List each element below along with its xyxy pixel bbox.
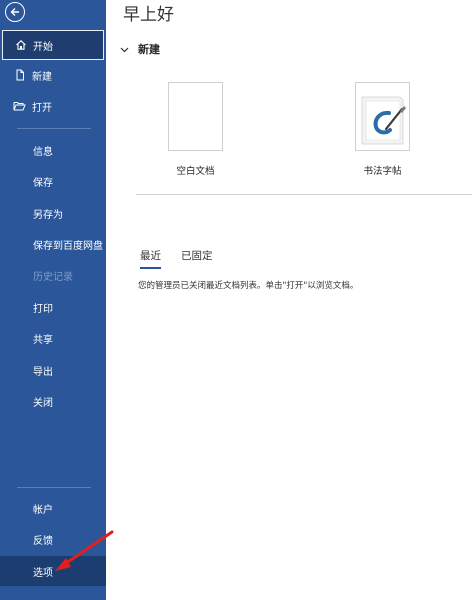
sidebar-divider — [17, 487, 91, 488]
nav-item-label: 保存到百度网盘 — [33, 240, 103, 252]
nav-item-new[interactable]: 新建 — [0, 60, 106, 90]
chevron-down-icon — [120, 43, 129, 56]
recent-disabled-notice: 您的管理员已关闭最近文档列表。单击"打开"以浏览文档。 — [138, 281, 359, 291]
nav-item-save[interactable]: 保存 — [0, 166, 106, 196]
template-label: 书法字帖 — [363, 166, 402, 177]
recent-tabs: 最近 已固定 — [140, 248, 213, 269]
nav-item-label: 帐户 — [33, 504, 53, 516]
back-arrow-icon — [10, 8, 19, 16]
tab-recent[interactable]: 最近 — [140, 248, 161, 269]
nav-item-options[interactable]: 选项 — [0, 556, 106, 586]
tab-pinned[interactable]: 已固定 — [181, 248, 213, 269]
page-title: 早上好 — [123, 5, 174, 25]
section-divider — [136, 194, 472, 195]
template-label: 空白文档 — [176, 166, 215, 177]
calligraphy-brush-icon — [361, 96, 406, 145]
nav-item-feedback[interactable]: 反馈 — [0, 524, 106, 554]
nav-item-share[interactable]: 共享 — [0, 323, 106, 353]
nav-item-label: 新建 — [32, 71, 52, 83]
nav-item-print[interactable]: 打印 — [0, 292, 106, 322]
backstage-main: 早上好 新建 空白文档 书法字帖 最近 已固定 您的管理员已关闭最近文档列表。单… — [106, 0, 472, 600]
nav-item-home[interactable]: 开始 — [2, 30, 104, 60]
nav-item-label: 选项 — [33, 567, 53, 579]
home-icon — [14, 39, 27, 52]
nav-item-label: 开始 — [33, 41, 53, 53]
nav-item-label: 关闭 — [33, 397, 53, 409]
back-button[interactable] — [5, 2, 25, 22]
nav-item-info[interactable]: 信息 — [0, 135, 106, 165]
nav-item-label: 打印 — [33, 303, 53, 315]
nav-item-label: 历史记录 — [33, 271, 73, 283]
backstage-sidebar: 开始 新建 打开 信息 保存 另存为 保存到百度网盘 历史记录 打印 共享 导出… — [0, 0, 106, 600]
nav-item-account[interactable]: 帐户 — [0, 493, 106, 523]
new-section-title: 新建 — [138, 43, 160, 56]
nav-item-save-to-baidu[interactable]: 保存到百度网盘 — [0, 229, 106, 259]
template-calligraphy[interactable]: 书法字帖 — [355, 82, 410, 177]
nav-item-label: 打开 — [32, 102, 52, 114]
folder-open-icon — [13, 100, 26, 113]
nav-item-label: 反馈 — [33, 535, 53, 547]
nav-item-label: 信息 — [33, 146, 53, 158]
sidebar-divider — [17, 128, 91, 129]
new-section-header[interactable]: 新建 — [120, 41, 160, 57]
template-blank-document[interactable]: 空白文档 — [168, 82, 223, 177]
nav-item-history: 历史记录 — [0, 260, 106, 290]
nav-item-label: 另存为 — [33, 209, 63, 221]
nav-item-close[interactable]: 关闭 — [0, 386, 106, 416]
nav-item-label: 导出 — [33, 366, 53, 378]
template-thumbnail — [355, 82, 410, 151]
nav-item-save-as[interactable]: 另存为 — [0, 198, 106, 228]
nav-item-export[interactable]: 导出 — [0, 355, 106, 385]
nav-item-open[interactable]: 打开 — [0, 91, 106, 121]
new-document-icon — [13, 69, 26, 82]
nav-item-label: 保存 — [33, 177, 53, 189]
nav-item-label: 共享 — [33, 334, 53, 346]
template-thumbnail — [168, 82, 223, 151]
